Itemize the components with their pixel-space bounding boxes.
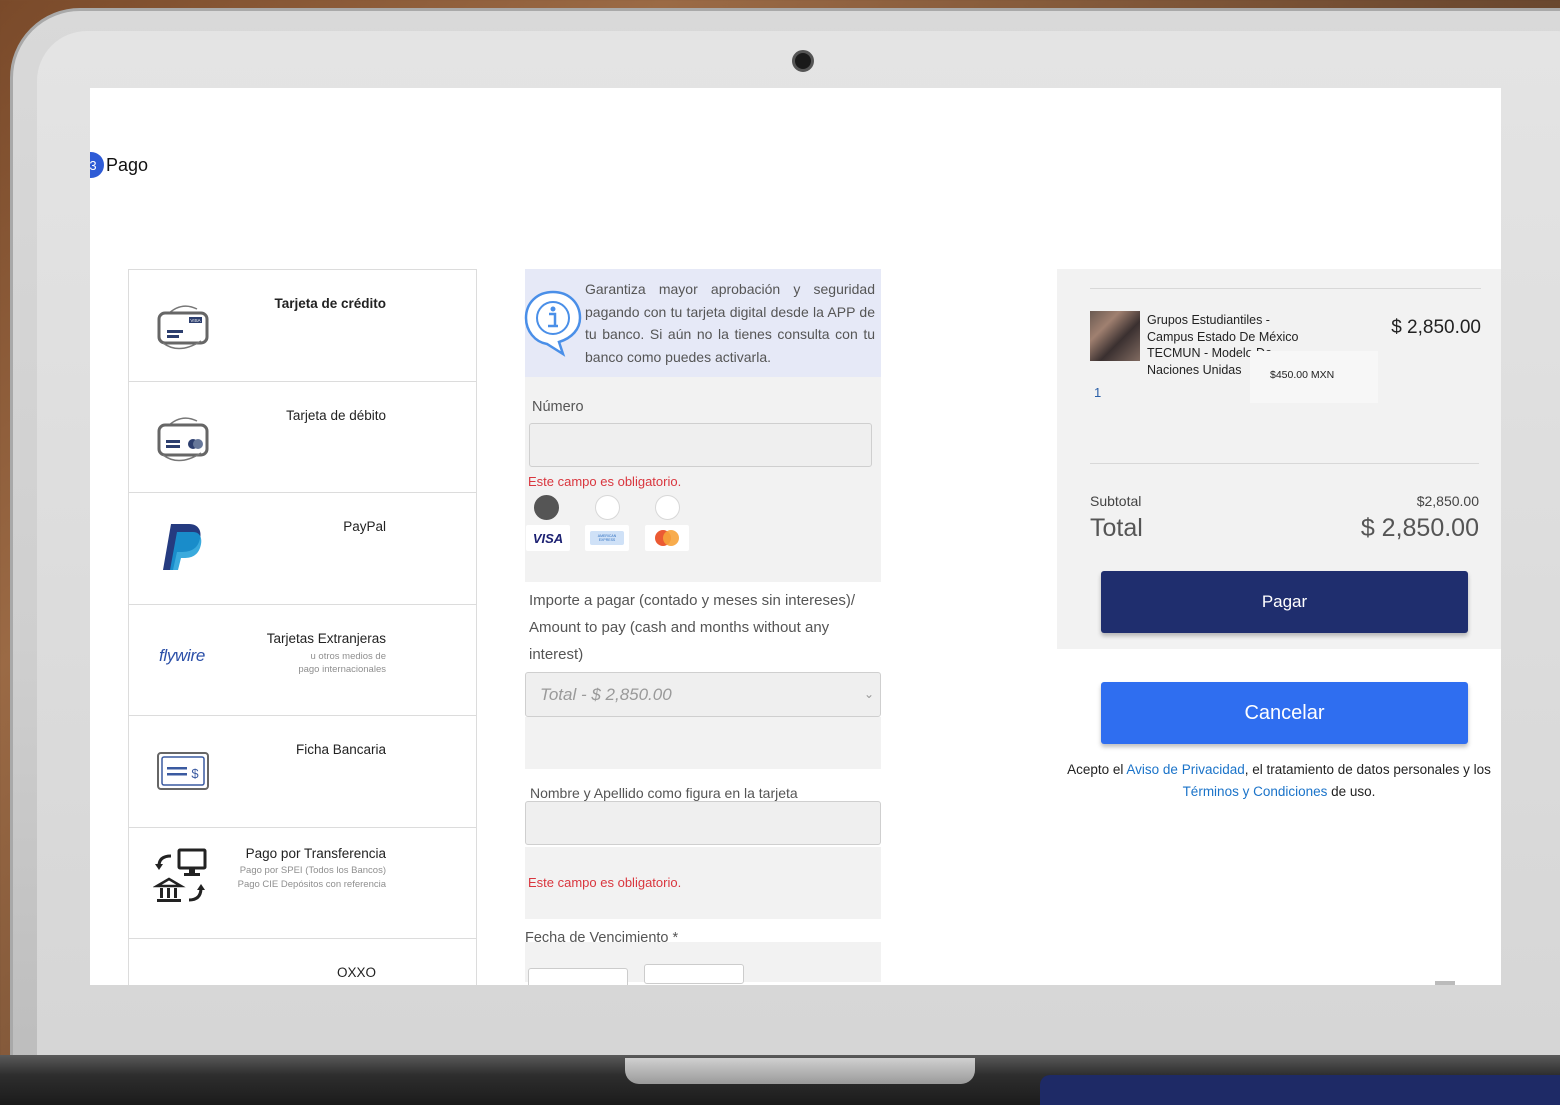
method-label: OXXO: [336, 965, 376, 980]
card-number-input[interactable]: [529, 423, 872, 467]
amex-logo: AMERICAN EXPRESS: [585, 525, 629, 551]
pay-button[interactable]: Pagar: [1101, 571, 1468, 633]
brand-radio-visa[interactable]: [534, 495, 559, 520]
paypal-icon: [151, 515, 215, 579]
payment-method-foreign-cards[interactable]: flywire Tarjetas Extranjeras u otros med…: [129, 605, 476, 716]
amount-label: Importe a pagar (contado y meses sin int…: [529, 592, 855, 663]
item-thumbnail: [1090, 311, 1140, 361]
terms-text: Acepto el Aviso de Privacidad, el tratam…: [1057, 759, 1501, 803]
payment-method-oxxo[interactable]: OXXO: [129, 939, 476, 985]
scroll-indicator: [1435, 981, 1455, 985]
amount-spacer: [525, 717, 881, 769]
webcam: [792, 50, 814, 72]
payment-method-bank-slip[interactable]: $ Ficha Bancaria: [129, 716, 476, 828]
browser-screen: 3 Pago VISA Tarjeta de crédito Tarjeta d…: [90, 88, 1501, 985]
credit-card-icon: VISA: [151, 292, 215, 356]
cardholder-name-error: Este campo es obligatorio.: [528, 875, 682, 890]
overlay-bar: [1040, 1075, 1560, 1105]
card-number-label: Número: [532, 399, 584, 415]
laptop-hinge: [625, 1058, 975, 1084]
subtotal-value: $2,850.00: [1416, 493, 1479, 509]
method-sublabel: u otros medios de: [310, 650, 386, 662]
total-value: $ 2,850.00: [1360, 514, 1479, 542]
method-sublabel: Pago por SPEI (Todos los Bancos): [239, 864, 386, 876]
payment-method-paypal[interactable]: PayPal: [129, 493, 476, 605]
method-label: PayPal: [343, 519, 386, 534]
brand-radio-amex[interactable]: [595, 495, 620, 520]
amount-select-value: Total - $ 2,850.00: [540, 685, 672, 704]
flywire-logo: flywire: [147, 641, 217, 671]
expiry-section: [525, 942, 881, 985]
visa-logo: VISA: [526, 525, 570, 551]
item-quantity: 1: [1094, 385, 1102, 400]
brand-radio-mastercard[interactable]: [655, 495, 680, 520]
method-label: Tarjeta de crédito: [274, 296, 386, 311]
method-sublabel: Pago CIE Depósitos con referencia: [237, 878, 386, 890]
payment-method-credit-card[interactable]: VISA Tarjeta de crédito: [129, 270, 476, 382]
info-banner-text: Garantiza mayor aprobación y seguridad p…: [585, 281, 875, 365]
amount-select[interactable]: Total - $ 2,850.00 ⌄: [525, 672, 881, 717]
method-label: Ficha Bancaria: [295, 742, 386, 757]
card-number-error: Este campo es obligatorio.: [528, 474, 682, 489]
transfer-icon: [151, 846, 215, 910]
subtotal-label: Subtotal: [1090, 493, 1142, 509]
terms-suffix: de uso.: [1327, 784, 1376, 799]
terms-prefix: Acepto el: [1067, 762, 1127, 777]
method-label: Tarjeta de débito: [286, 407, 386, 423]
terms-conditions-link[interactable]: Términos y Condiciones: [1183, 784, 1328, 799]
amex-logo-text: AMERICAN EXPRESS: [597, 534, 617, 542]
cardholder-name-label: Nombre y Apellido como figura en la tarj…: [530, 785, 798, 801]
terms-middle: , el tratamiento de datos personales y l…: [1244, 762, 1491, 777]
expiry-year-select[interactable]: [644, 964, 744, 984]
info-banner: Garantiza mayor aprobación y seguridad p…: [524, 269, 881, 377]
chevron-down-icon: ⌄: [863, 687, 874, 701]
method-label: Tarjetas Extranjeras: [266, 630, 386, 646]
svg-text:VISA: VISA: [190, 318, 200, 323]
visa-logo-text: VISA: [532, 530, 564, 546]
oxxo-card-icon: [151, 963, 215, 985]
step-header: 3 Pago: [90, 152, 148, 178]
payment-method-debit-card[interactable]: Tarjeta de débito: [129, 382, 476, 493]
info-icon: [524, 290, 582, 357]
step-number-badge: 3: [90, 152, 104, 178]
cancel-button[interactable]: Cancelar: [1101, 682, 1468, 744]
method-label: Pago por Transferencia: [245, 845, 386, 861]
mastercard-logo: [645, 525, 689, 551]
debit-card-icon: [151, 404, 215, 468]
expiry-month-select[interactable]: [528, 968, 628, 985]
divider: [1090, 288, 1481, 289]
svg-text:$: $: [191, 766, 199, 781]
cardholder-name-input[interactable]: [525, 801, 881, 845]
payment-method-list: VISA Tarjeta de crédito Tarjeta de débit…: [128, 269, 477, 985]
method-sublabel: pago internacionales: [298, 663, 386, 675]
divider: [1090, 463, 1479, 464]
item-price: $ 2,850.00: [1391, 317, 1481, 338]
item-unit-price: $450.00 MXN: [1250, 351, 1378, 403]
card-number-section: Número Este campo es obligatorio. VISA A…: [525, 377, 881, 582]
payment-method-transfer[interactable]: Pago por Transferencia Pago por SPEI (To…: [129, 828, 476, 939]
bank-slip-icon: $: [151, 738, 215, 802]
flywire-logo-text: flywire: [158, 645, 206, 665]
privacy-notice-link[interactable]: Aviso de Privacidad: [1126, 762, 1244, 777]
page-title: Pago: [106, 154, 149, 175]
total-label: Total: [1090, 514, 1143, 542]
